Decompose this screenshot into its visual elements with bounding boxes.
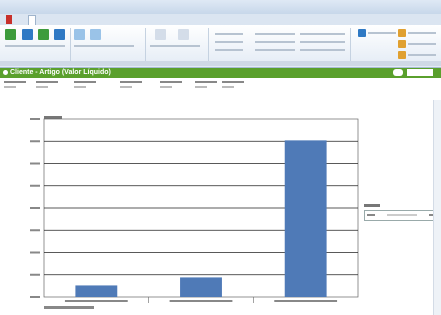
y-tick-label bbox=[30, 162, 40, 165]
y-tick-label bbox=[30, 229, 40, 232]
bar bbox=[75, 285, 118, 297]
y-tick-label bbox=[30, 273, 40, 276]
slicer-dropdown[interactable] bbox=[364, 210, 438, 221]
y-tick-label bbox=[30, 207, 40, 209]
x-tick-label bbox=[64, 300, 128, 302]
slicer-value bbox=[367, 214, 375, 216]
x-tick-label bbox=[274, 300, 338, 302]
bar-chart bbox=[30, 118, 359, 303]
vertical-scrollbar[interactable] bbox=[433, 100, 441, 315]
y-tick-label bbox=[30, 251, 40, 254]
y-tick-label bbox=[30, 118, 40, 120]
bottom-filter-strip[interactable] bbox=[44, 306, 94, 309]
slicer-field bbox=[387, 214, 417, 216]
y-tick-label bbox=[30, 184, 40, 187]
slicer-panel[interactable] bbox=[364, 204, 438, 221]
x-tick-label bbox=[169, 300, 233, 302]
app-window: Cliente - Artigo (Valor Líquido) bbox=[0, 0, 441, 315]
bar bbox=[180, 277, 222, 297]
y-tick-label bbox=[30, 140, 40, 143]
slicer-label bbox=[364, 204, 380, 207]
y-tick-label bbox=[30, 296, 40, 298]
bar bbox=[284, 140, 327, 297]
